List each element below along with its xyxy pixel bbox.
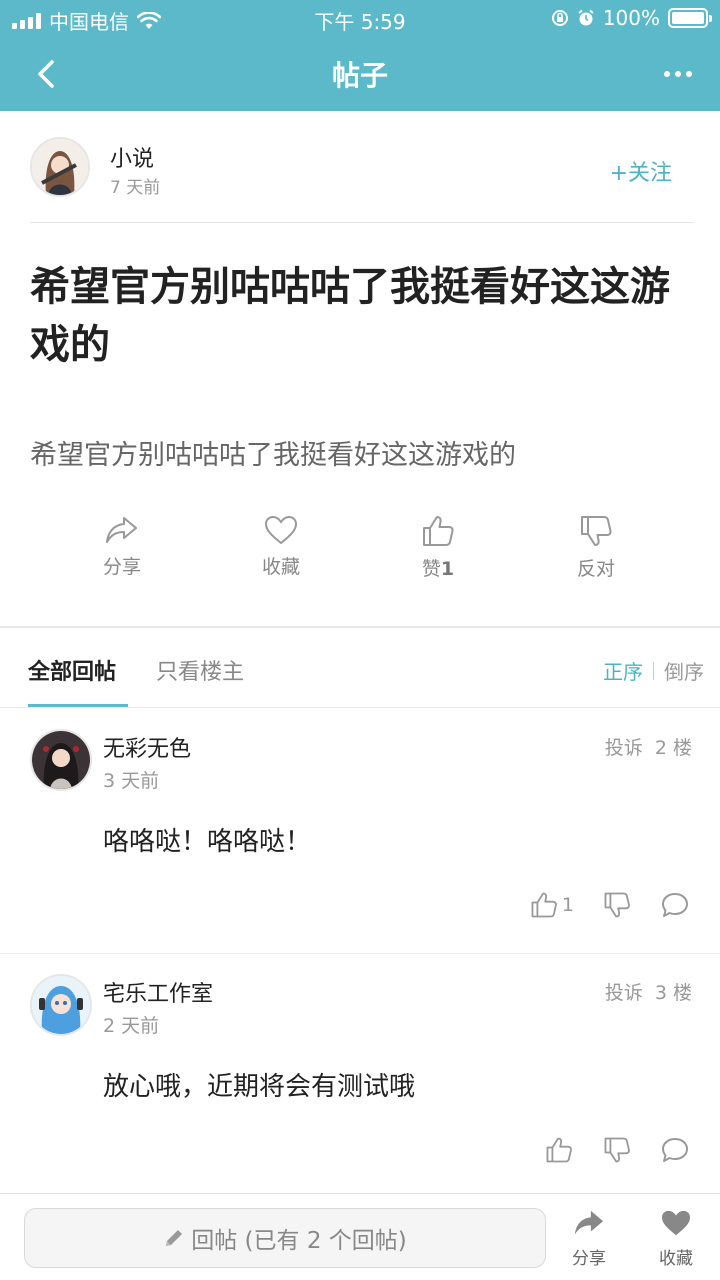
rotation-lock-icon [551,10,568,26]
share-action[interactable]: 分享 [72,510,172,579]
floor-number: 3 楼 [654,982,692,1004]
post-actions: 分享 收藏 赞1 反对 [0,510,720,600]
thumbs-up-icon [531,892,557,918]
reply-item: 宅乐工作室 2 天前 投诉 3 楼 放心哦，近期将会有测试哦 [0,954,720,1193]
reply-comment-button[interactable] [660,1136,690,1164]
tab-all-replies[interactable]: 全部回帖 [28,654,116,686]
bottom-favorite-button[interactable]: 收藏 [641,1208,711,1269]
thumbs-up-icon [546,1137,572,1163]
report-button[interactable]: 投诉 [605,982,643,1004]
like-count: 1 [440,558,455,580]
reply-time: 3 天前 [103,770,160,792]
post-author-header: 小说 7 天前 +关注 [0,111,720,223]
sort-toggle: 正序 倒序 [603,656,704,685]
reply-like-button[interactable]: 1 [529,891,574,919]
thumbs-down-icon [604,1137,630,1163]
author-avatar[interactable] [30,137,90,197]
reply-content: 咯咯哒！咯咯哒！ [103,827,312,857]
divider [30,222,694,223]
favorite-action[interactable]: 收藏 [231,510,331,579]
sort-desc-button[interactable]: 倒序 [664,656,704,685]
reply-dislike-button[interactable] [602,891,632,919]
dislike-action[interactable]: 反对 [546,510,646,581]
status-bar: 中国电信 下午 5:59 100% [0,0,720,36]
follow-button[interactable]: +关注 [610,155,672,187]
heart-icon [661,1210,691,1236]
reply-dislike-button[interactable] [602,1136,632,1164]
reply-actions: 1 [501,891,690,919]
bottom-bar: 回帖 (已有 2 个回帖) 分享 收藏 [0,1193,720,1280]
top-bar: 中国电信 下午 5:59 100% 帖子 [0,0,720,111]
like-label: 赞 [421,558,441,580]
dislike-label: 反对 [576,558,615,580]
battery-percent: 100% [602,6,660,30]
post-title: 希望官方别咕咕咕了我挺看好这这游戏的 [30,264,670,368]
reply-comment-button[interactable] [660,891,690,919]
reply-item: 无彩无色 3 天前 投诉 2 楼 咯咯哒！咯咯哒！ 1 [0,709,720,953]
floor-number: 2 楼 [654,737,692,759]
heart-icon [264,515,298,545]
active-tab-indicator [28,704,128,707]
sort-asc-button[interactable]: 正序 [603,656,643,685]
author-name[interactable]: 小说 [110,141,154,173]
bottom-favorite-label: 收藏 [659,1249,693,1269]
reply-actions [516,1136,690,1164]
nav-bar: 帖子 [0,36,720,111]
thumbs-up-icon [423,516,454,546]
share-label: 分享 [102,556,141,578]
thumbs-down-icon [604,892,630,918]
reply-like-count: 1 [561,894,574,916]
sort-separator [653,661,654,680]
share-icon [106,517,137,543]
reply-like-button[interactable] [544,1136,574,1164]
favorite-label: 收藏 [261,556,300,578]
reply-time: 2 天前 [103,1015,160,1037]
reply-tabs: 全部回帖 只看楼主 正序 倒序 [0,628,720,708]
comment-icon [662,1138,688,1162]
post-body: 希望官方别咕咕咕了我挺看好这这游戏的 [30,440,516,471]
more-icon[interactable] [658,54,698,94]
alarm-icon [578,9,594,26]
share-icon [574,1210,604,1235]
reply-avatar[interactable] [30,729,92,791]
page-title: 帖子 [331,59,388,92]
reply-input[interactable]: 回帖 (已有 2 个回帖) [24,1208,546,1268]
like-action[interactable]: 赞1 [388,510,488,581]
thumbs-down-icon [581,516,612,546]
reply-avatar[interactable] [30,974,92,1036]
reply-content: 放心哦，近期将会有测试哦 [103,1072,416,1102]
post-time: 7 天前 [110,178,161,198]
tab-owner-only[interactable]: 只看楼主 [156,654,244,686]
bottom-share-button[interactable]: 分享 [554,1208,624,1269]
comment-icon [662,893,688,917]
report-button[interactable]: 投诉 [605,737,643,759]
bottom-share-label: 分享 [572,1249,606,1269]
pencil-icon [166,1230,183,1246]
reply-author[interactable]: 宅乐工作室 [103,976,213,1008]
reply-author[interactable]: 无彩无色 [103,731,191,763]
battery-icon [668,8,712,28]
reply-input-placeholder: 回帖 (已有 2 个回帖) [191,1228,407,1254]
